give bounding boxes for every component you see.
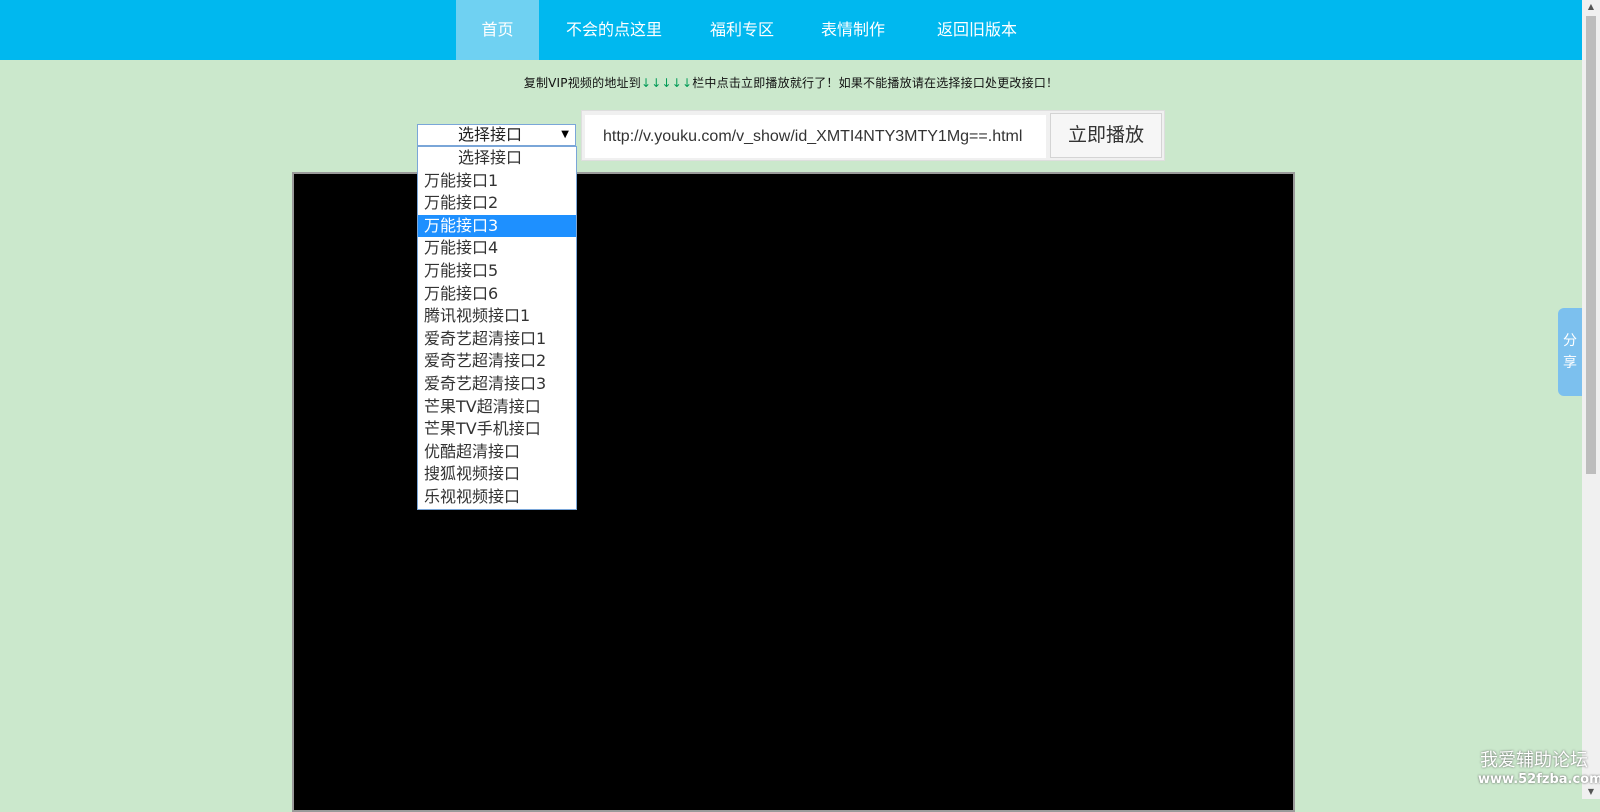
dropdown-option[interactable]: 搜狐视频接口 — [418, 463, 576, 486]
scroll-up-arrow-icon[interactable]: ▲ — [1582, 0, 1600, 14]
watermark-url: www.52fzba.com — [1478, 772, 1600, 787]
scrollbar-thumb[interactable] — [1586, 16, 1596, 474]
down-arrows-icon: ↓↓↓↓↓ — [640, 76, 693, 90]
nav-item-welfare[interactable]: 福利专区 — [700, 0, 784, 60]
dropdown-option[interactable]: 爱奇艺超清接口1 — [418, 328, 576, 351]
page-scrollbar[interactable]: ▲ ▼ — [1582, 0, 1600, 799]
share-tab-label: 分享 — [1563, 333, 1577, 371]
share-tab[interactable]: 分享 — [1558, 308, 1582, 396]
watermark: 我爱辅助论坛 www.52fzba.com — [1478, 750, 1600, 788]
dropdown-option[interactable]: 万能接口6 — [418, 283, 576, 306]
instruction-text-after: 栏中点击立即播放就行了！如果不能播放请在选择接口处更改接口！ — [692, 76, 1059, 90]
top-nav: 首页 不会的点这里 福利专区 表情制作 返回旧版本 — [0, 0, 1582, 60]
dropdown-option[interactable]: 万能接口1 — [418, 170, 576, 193]
watermark-title: 我爱辅助论坛 — [1480, 750, 1588, 771]
dropdown-option[interactable]: 乐视视频接口 — [418, 486, 576, 509]
interface-select-value: 选择接口 — [458, 125, 523, 144]
dropdown-option[interactable]: 爱奇艺超清接口2 — [418, 350, 576, 373]
dropdown-caret-icon: ▼ — [561, 129, 569, 140]
dropdown-option[interactable]: 爱奇艺超清接口3 — [418, 373, 576, 396]
dropdown-option[interactable]: 万能接口5 — [418, 260, 576, 283]
dropdown-option[interactable]: 腾讯视频接口1 — [418, 305, 576, 328]
nav-item-old-version[interactable]: 返回旧版本 — [922, 0, 1032, 60]
interface-select[interactable]: 选择接口 ▼ — [417, 124, 576, 146]
nav-item-home[interactable]: 首页 — [456, 0, 539, 60]
video-url-input[interactable] — [585, 115, 1046, 158]
dropdown-option[interactable]: 万能接口4 — [418, 237, 576, 260]
dropdown-option[interactable]: 芒果TV手机接口 — [418, 418, 576, 441]
dropdown-option[interactable]: 万能接口2 — [418, 192, 576, 215]
instruction-text: 复制VIP视频的地址到↓↓↓↓↓栏中点击立即播放就行了！如果不能播放请在选择接口… — [0, 74, 1582, 91]
interface-dropdown-list: 选择接口 万能接口1 万能接口2 万能接口3 万能接口4 万能接口5 万能接口6… — [417, 146, 577, 510]
instruction-text-before: 复制VIP视频的地址到 — [523, 76, 641, 90]
dropdown-option-highlighted[interactable]: 万能接口3 — [418, 214, 576, 238]
dropdown-option-placeholder[interactable]: 选择接口 — [418, 147, 576, 170]
nav-item-emoji-maker[interactable]: 表情制作 — [810, 0, 896, 60]
play-now-button[interactable]: 立即播放 — [1050, 113, 1162, 158]
nav-item-help[interactable]: 不会的点这里 — [555, 0, 673, 60]
dropdown-option[interactable]: 芒果TV超清接口 — [418, 396, 576, 419]
dropdown-option[interactable]: 优酷超清接口 — [418, 441, 576, 464]
